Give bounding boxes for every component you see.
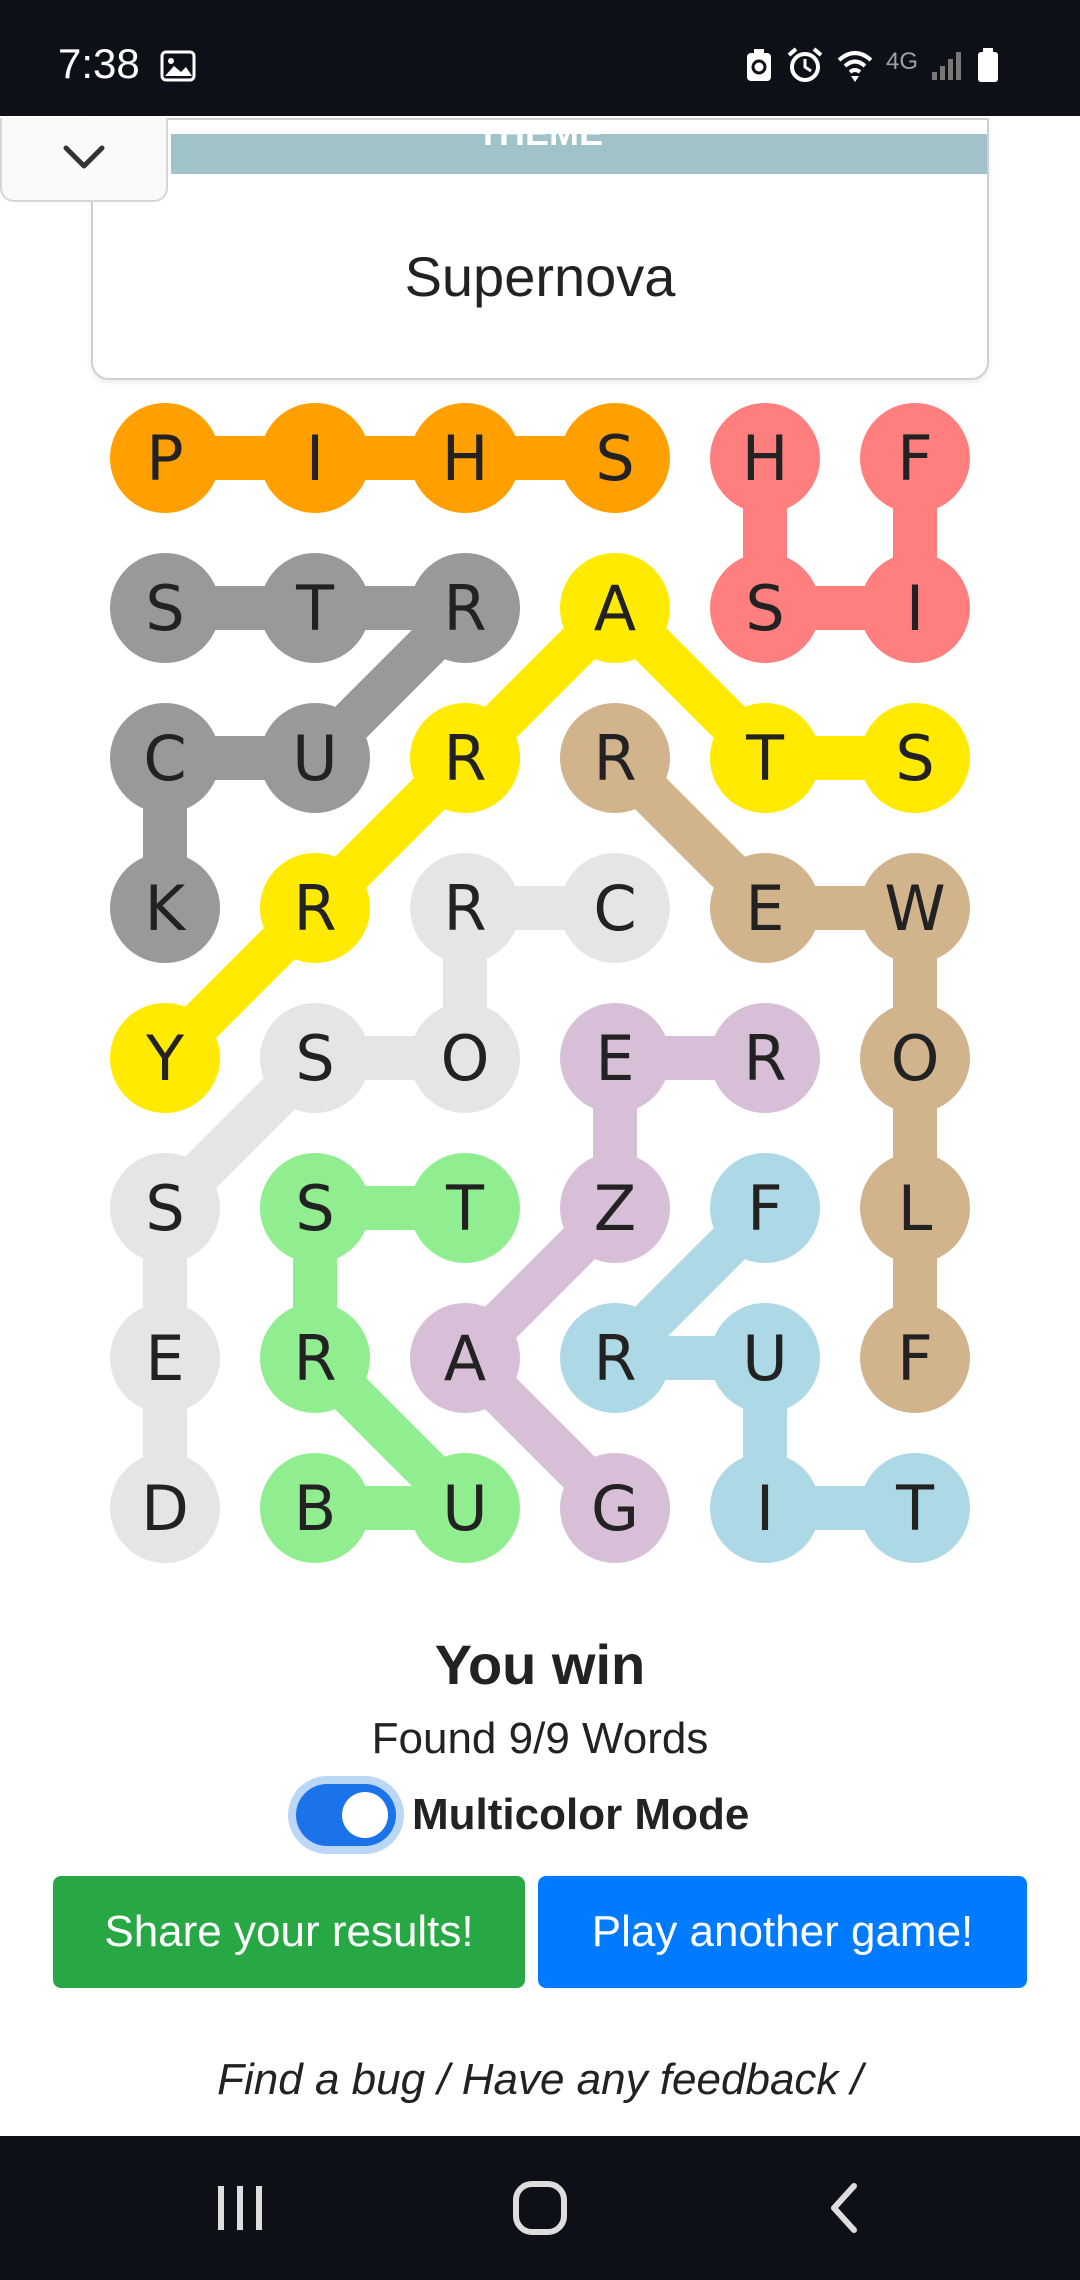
letter-cell[interactable]: O — [860, 1003, 970, 1113]
letter-cell[interactable]: S — [260, 1003, 370, 1113]
letter-cell[interactable]: I — [860, 553, 970, 663]
letter-cell[interactable]: S — [110, 1153, 220, 1263]
letter-cell[interactable]: T — [710, 703, 820, 813]
letter-cell[interactable]: S — [860, 703, 970, 813]
letter-cell[interactable]: C — [110, 703, 220, 813]
letter-cell[interactable]: S — [710, 553, 820, 663]
multicolor-mode-row: Multicolor Mode — [296, 1784, 749, 1846]
letter-cell[interactable]: G — [560, 1453, 670, 1563]
home-icon[interactable] — [510, 2178, 570, 2243]
letter-cell[interactable]: E — [560, 1003, 670, 1113]
letter-cell[interactable]: U — [710, 1303, 820, 1413]
letter-cell[interactable]: R — [560, 703, 670, 813]
letter-cell[interactable]: C — [560, 853, 670, 963]
win-title: You win — [434, 1633, 646, 1696]
multicolor-mode-toggle[interactable] — [296, 1784, 396, 1846]
letter-cell[interactable]: S — [260, 1153, 370, 1263]
letter-cell[interactable]: R — [410, 553, 520, 663]
letter-cell[interactable]: L — [860, 1153, 970, 1263]
collapse-toggle-button[interactable] — [0, 118, 168, 202]
letter-cell[interactable]: F — [710, 1153, 820, 1263]
letter-cell[interactable]: F — [860, 1303, 970, 1413]
letter-cell[interactable]: T — [260, 553, 370, 663]
word-connector-3 — [143, 586, 937, 1080]
letter-cell[interactable]: W — [860, 853, 970, 963]
navigation-bar — [0, 2136, 1080, 2280]
toggle-knob — [342, 1792, 388, 1838]
letter-cell[interactable]: U — [410, 1453, 520, 1563]
letter-cell[interactable]: P — [110, 403, 220, 513]
share-results-button[interactable]: Share your results! — [53, 1876, 525, 1988]
feedback-line-1: Find a bug / Have any feedback / — [217, 2055, 863, 2104]
letter-cell[interactable]: R — [260, 853, 370, 963]
letter-cell[interactable]: R — [560, 1303, 670, 1413]
found-count: Found 9/9 Words — [371, 1714, 709, 1763]
letter-cell[interactable]: T — [860, 1453, 970, 1563]
letter-cell[interactable]: E — [110, 1303, 220, 1413]
back-icon[interactable] — [820, 2180, 870, 2241]
letter-board: PIHSHFSTRASICURRTSKRRCEWYSOEROSSTZFLERAR… — [0, 0, 1080, 1600]
letter-cell[interactable]: R — [410, 853, 520, 963]
letter-cell[interactable]: H — [710, 403, 820, 513]
letter-cell[interactable]: S — [560, 403, 670, 513]
letter-cell[interactable]: I — [710, 1453, 820, 1563]
letter-cell[interactable]: S — [110, 553, 220, 663]
letter-cell[interactable]: R — [710, 1003, 820, 1113]
letter-cell[interactable]: Z — [560, 1153, 670, 1263]
letter-cell[interactable]: A — [410, 1303, 520, 1413]
letter-cell[interactable]: A — [560, 553, 670, 663]
letter-cell[interactable]: E — [710, 853, 820, 963]
letter-cell[interactable]: K — [110, 853, 220, 963]
letter-cell[interactable]: T — [410, 1153, 520, 1263]
letter-cell[interactable]: B — [260, 1453, 370, 1563]
play-another-game-button[interactable]: Play another game! — [538, 1876, 1027, 1988]
letter-cell[interactable]: U — [260, 703, 370, 813]
letter-cell[interactable]: Y — [110, 1003, 220, 1113]
recent-apps-icon[interactable] — [210, 2180, 270, 2241]
letter-cell[interactable]: D — [110, 1453, 220, 1563]
multicolor-mode-label: Multicolor Mode — [412, 1790, 750, 1839]
letter-cell[interactable]: F — [860, 403, 970, 513]
letter-cell[interactable]: R — [410, 703, 520, 813]
letter-cell[interactable]: H — [410, 403, 520, 513]
letter-cell[interactable]: R — [260, 1303, 370, 1413]
letter-cell[interactable]: I — [260, 403, 370, 513]
letter-cell[interactable]: O — [410, 1003, 520, 1113]
chevron-down-icon — [60, 142, 108, 177]
